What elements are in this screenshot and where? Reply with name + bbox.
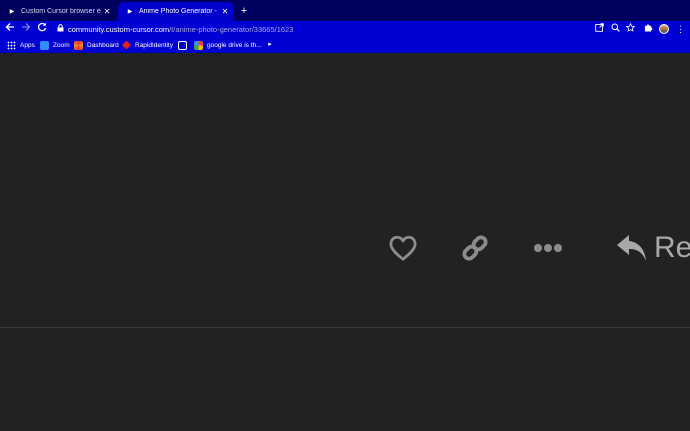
- bookmark-dashboard[interactable]: Dashboard: [74, 39, 119, 51]
- google-icon: [194, 40, 203, 50]
- back-icon[interactable]: [3, 22, 17, 36]
- browser-toolbar: community.custom-cursor.com/t/anime-phot…: [0, 21, 690, 37]
- open-in-app-icon[interactable]: [593, 23, 605, 35]
- apps-grid-icon: [7, 40, 16, 50]
- reload-icon[interactable]: [35, 22, 49, 36]
- zoom-logo-icon: [40, 40, 49, 50]
- reply-label: Re: [654, 231, 690, 264]
- heart-icon: [389, 235, 417, 261]
- bookmark-tablet[interactable]: [178, 39, 191, 51]
- like-button[interactable]: [386, 230, 420, 266]
- copy-link-button[interactable]: [458, 230, 492, 266]
- bookmark-label: Apps: [20, 41, 35, 49]
- tab-strip: ▶ Custom Cursor browser extension ✕ ▶ An…: [0, 0, 690, 21]
- more-actions-button[interactable]: [530, 230, 566, 266]
- play-icon: ▶: [127, 9, 133, 15]
- rapididentity-icon: [122, 40, 131, 50]
- extensions-icon[interactable]: [642, 23, 654, 35]
- url-path: /t/anime-photo-generator/33665/1623: [169, 24, 294, 34]
- address-bar[interactable]: community.custom-cursor.com/t/anime-phot…: [54, 22, 642, 36]
- bookmark-apps[interactable]: Apps: [7, 39, 35, 51]
- reply-arrow-icon: [617, 235, 646, 261]
- more-icon: [534, 244, 562, 252]
- zoom-icon[interactable]: [609, 23, 621, 35]
- profile-avatar[interactable]: [659, 24, 669, 34]
- link-icon: [462, 235, 488, 261]
- bookmark-label: Zoom: [53, 41, 70, 49]
- post-divider: [0, 327, 690, 328]
- bookmark-label: RapidIdentity: [135, 41, 173, 49]
- lock-icon[interactable]: [54, 24, 66, 34]
- star-icon[interactable]: [624, 22, 636, 35]
- menu-icon[interactable]: ⋮: [676, 23, 685, 35]
- bookmarks-bar: Apps Zoom Dashboard RapidIdentity google…: [0, 37, 690, 53]
- bookmark-label: google drive is th...: [207, 41, 262, 49]
- bookmark-google-drive[interactable]: google drive is th...: [194, 39, 262, 51]
- tab-custom-cursor[interactable]: ▶ Custom Cursor browser extension ✕: [0, 2, 116, 21]
- tab-anime-photo-generator[interactable]: ▶ Anime Photo Generator - General ✕: [118, 2, 234, 21]
- bookmark-rapididentity[interactable]: RapidIdentity: [122, 39, 173, 51]
- tab-title: Custom Cursor browser extension: [21, 8, 101, 15]
- dashboard-icon: [74, 40, 83, 50]
- chevron-right-icon[interactable]: ▸: [266, 39, 274, 51]
- new-tab-button[interactable]: +: [237, 4, 251, 18]
- bookmark-zoom[interactable]: Zoom: [40, 39, 70, 51]
- reply-button[interactable]: Re: [616, 230, 690, 266]
- play-icon: ▶: [9, 9, 15, 15]
- close-icon[interactable]: ✕: [219, 7, 231, 16]
- tab-title: Anime Photo Generator - General: [139, 8, 219, 15]
- url-text: community.custom-cursor.com/t/anime-phot…: [68, 25, 293, 34]
- tablet-icon: [178, 40, 187, 50]
- bookmark-label: Dashboard: [87, 41, 119, 49]
- page-content: Re: [0, 53, 690, 431]
- url-host: community.custom-cursor.com: [68, 24, 170, 34]
- forward-icon[interactable]: [19, 22, 33, 36]
- close-icon[interactable]: ✕: [101, 7, 113, 16]
